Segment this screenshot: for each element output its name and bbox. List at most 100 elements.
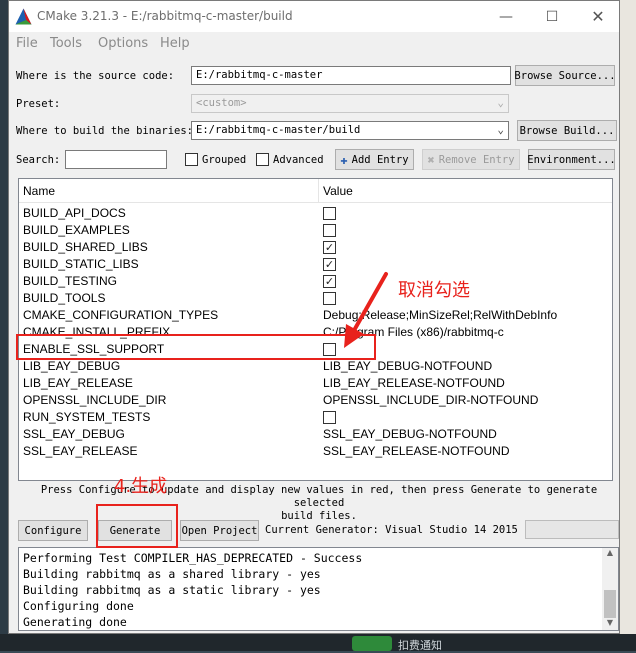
- menu-help[interactable]: Help: [160, 36, 190, 51]
- add-entry-button[interactable]: ✚ Add Entry: [335, 149, 414, 170]
- table-row[interactable]: LIB_EAY_RELEASE LIB_EAY_RELEASE-NOTFOUND: [19, 375, 612, 392]
- generator-value: Visual Studio 14 2015: [385, 524, 518, 536]
- variable-value[interactable]: SSL_EAY_RELEASE-NOTFOUND: [323, 444, 510, 458]
- table-row[interactable]: OPENSSL_INCLUDE_DIR OPENSSL_INCLUDE_DIR-N…: [19, 392, 612, 409]
- add-entry-label: Add Entry: [351, 153, 409, 166]
- log-line: Performing Test COMPILER_HAS_DEPRECATED …: [23, 551, 363, 565]
- log-line: Generating done: [23, 615, 127, 629]
- variable-name: RUN_SYSTEM_TESTS: [23, 410, 151, 424]
- remove-entry-button[interactable]: ✖ Remove Entry: [422, 149, 520, 170]
- variable-name: CMAKE_CONFIGURATION_TYPES: [23, 308, 219, 322]
- variable-value[interactable]: LIB_EAY_RELEASE-NOTFOUND: [323, 376, 505, 390]
- wechat-app-icon[interactable]: [352, 636, 392, 651]
- preset-select: <custom> ⌄: [191, 94, 509, 113]
- value-checkbox[interactable]: [323, 411, 336, 424]
- table-row[interactable]: RUN_SYSTEM_TESTS: [19, 409, 612, 426]
- open-project-button[interactable]: Open Project: [180, 520, 259, 541]
- variable-value[interactable]: OPENSSL_INCLUDE_DIR-NOTFOUND: [323, 393, 538, 407]
- annotation-highlight-ssl: [16, 334, 376, 360]
- column-header-name[interactable]: Name: [19, 179, 319, 202]
- variable-name: LIB_EAY_DEBUG: [23, 359, 121, 373]
- annotation-uncheck-text: 取消勾选: [398, 280, 470, 301]
- table-row[interactable]: BUILD_EXAMPLES: [19, 222, 612, 239]
- search-input[interactable]: [65, 150, 167, 169]
- title-bar[interactable]: CMake 3.21.3 - E:/rabbitmq-c-master/buil…: [9, 1, 619, 32]
- table-row[interactable]: BUILD_API_DOCS: [19, 205, 612, 222]
- current-generator-text: Current Generator: Visual Studio 14 2015: [265, 524, 518, 536]
- search-label: Search:: [16, 154, 61, 166]
- taskbar: [0, 634, 636, 651]
- table-row[interactable]: CMAKE_CONFIGURATION_TYPES Debug;Release;M…: [19, 307, 612, 324]
- scroll-thumb[interactable]: [604, 590, 616, 618]
- annotation-highlight-generate: [96, 504, 178, 548]
- table-row[interactable]: BUILD_SHARED_LIBS ✓: [19, 239, 612, 256]
- output-log[interactable]: Performing Test COMPILER_HAS_DEPRECATED …: [18, 547, 619, 631]
- maximize-button[interactable]: ☐: [529, 1, 575, 32]
- table-row[interactable]: BUILD_TESTING ✓: [19, 273, 612, 290]
- advanced-checkbox[interactable]: [256, 153, 269, 166]
- minimize-button[interactable]: —: [483, 1, 529, 32]
- progress-bar: [525, 520, 619, 539]
- desktop-background-right: [620, 0, 636, 651]
- table-row[interactable]: SSL_EAY_RELEASE SSL_EAY_RELEASE-NOTFOUND: [19, 443, 612, 460]
- generator-label: Current Generator:: [265, 524, 379, 536]
- variable-name: SSL_EAY_DEBUG: [23, 427, 125, 441]
- output-scrollbar[interactable]: ▲ ▼: [602, 548, 618, 630]
- menu-tools[interactable]: Tools: [50, 36, 82, 51]
- menu-bar: File Tools Options Help: [9, 32, 619, 54]
- build-label: Where to build the binaries:: [16, 125, 194, 137]
- preset-label: Preset:: [16, 98, 61, 110]
- remove-entry-label: Remove Entry: [438, 153, 515, 166]
- environment-button[interactable]: Environment...: [527, 149, 616, 170]
- variable-name: OPENSSL_INCLUDE_DIR: [23, 393, 167, 407]
- maximize-icon: ☐: [545, 8, 559, 25]
- value-checkbox[interactable]: [323, 224, 336, 237]
- header-divider: [19, 202, 612, 203]
- table-row[interactable]: SSL_EAY_DEBUG SSL_EAY_DEBUG-NOTFOUND: [19, 426, 612, 443]
- annotation-arrow-icon: [344, 272, 388, 348]
- scroll-up-icon[interactable]: ▲: [602, 548, 618, 560]
- variable-value[interactable]: LIB_EAY_DEBUG-NOTFOUND: [323, 359, 492, 373]
- variable-name: BUILD_EXAMPLES: [23, 223, 130, 237]
- menu-file[interactable]: File: [16, 36, 38, 51]
- browse-source-button[interactable]: Browse Source...: [514, 65, 616, 86]
- variable-name: BUILD_API_DOCS: [23, 206, 126, 220]
- variable-name: BUILD_STATIC_LIBS: [23, 257, 139, 271]
- annotation-generate-text: 4.生成: [114, 476, 168, 497]
- grouped-label: Grouped: [202, 154, 247, 166]
- configure-button[interactable]: Configure: [18, 520, 88, 541]
- minimize-icon: —: [499, 8, 513, 25]
- advanced-label: Advanced: [273, 154, 324, 166]
- scroll-down-icon[interactable]: ▼: [602, 618, 618, 630]
- grouped-checkbox[interactable]: [185, 153, 198, 166]
- close-icon: ✖: [427, 152, 435, 167]
- variable-name: SSL_EAY_RELEASE: [23, 444, 138, 458]
- chevron-down-icon: ⌄: [497, 96, 504, 109]
- variable-name: BUILD_TOOLS: [23, 291, 106, 305]
- log-line: Building rabbitmq as a static library - …: [23, 583, 321, 597]
- close-button[interactable]: ✕: [575, 1, 621, 32]
- build-path-value: E:/rabbitmq-c-master/build: [196, 124, 361, 136]
- column-header-value[interactable]: Value: [319, 179, 612, 202]
- chevron-down-icon: ⌄: [497, 123, 504, 136]
- variable-name: LIB_EAY_RELEASE: [23, 376, 133, 390]
- table-row[interactable]: BUILD_STATIC_LIBS ✓: [19, 256, 612, 273]
- cache-variables-table: Name Value BUILD_API_DOCS BUILD_EXAMPLES B…: [18, 178, 613, 481]
- value-checkbox[interactable]: [323, 207, 336, 220]
- window-title: CMake 3.21.3 - E:/rabbitmq-c-master/buil…: [37, 9, 293, 23]
- table-row[interactable]: LIB_EAY_DEBUG LIB_EAY_DEBUG-NOTFOUND: [19, 358, 612, 375]
- menu-options[interactable]: Options: [98, 36, 148, 51]
- plus-icon: ✚: [340, 152, 348, 167]
- variable-name: BUILD_TESTING: [23, 274, 118, 288]
- variable-value[interactable]: SSL_EAY_DEBUG-NOTFOUND: [323, 427, 497, 441]
- log-line: Building rabbitmq as a shared library - …: [23, 567, 321, 581]
- table-row[interactable]: BUILD_TOOLS: [19, 290, 612, 307]
- source-path-input[interactable]: E:/rabbitmq-c-master: [191, 66, 511, 85]
- value-checkbox[interactable]: ✓: [323, 241, 336, 254]
- desktop-background-left: [0, 0, 8, 651]
- browse-build-button[interactable]: Browse Build...: [517, 120, 617, 141]
- checkmark-icon: ✓: [324, 241, 335, 254]
- build-path-select[interactable]: E:/rabbitmq-c-master/build ⌄: [191, 121, 509, 140]
- close-icon: ✕: [591, 7, 605, 26]
- cmake-logo-icon: [15, 8, 32, 25]
